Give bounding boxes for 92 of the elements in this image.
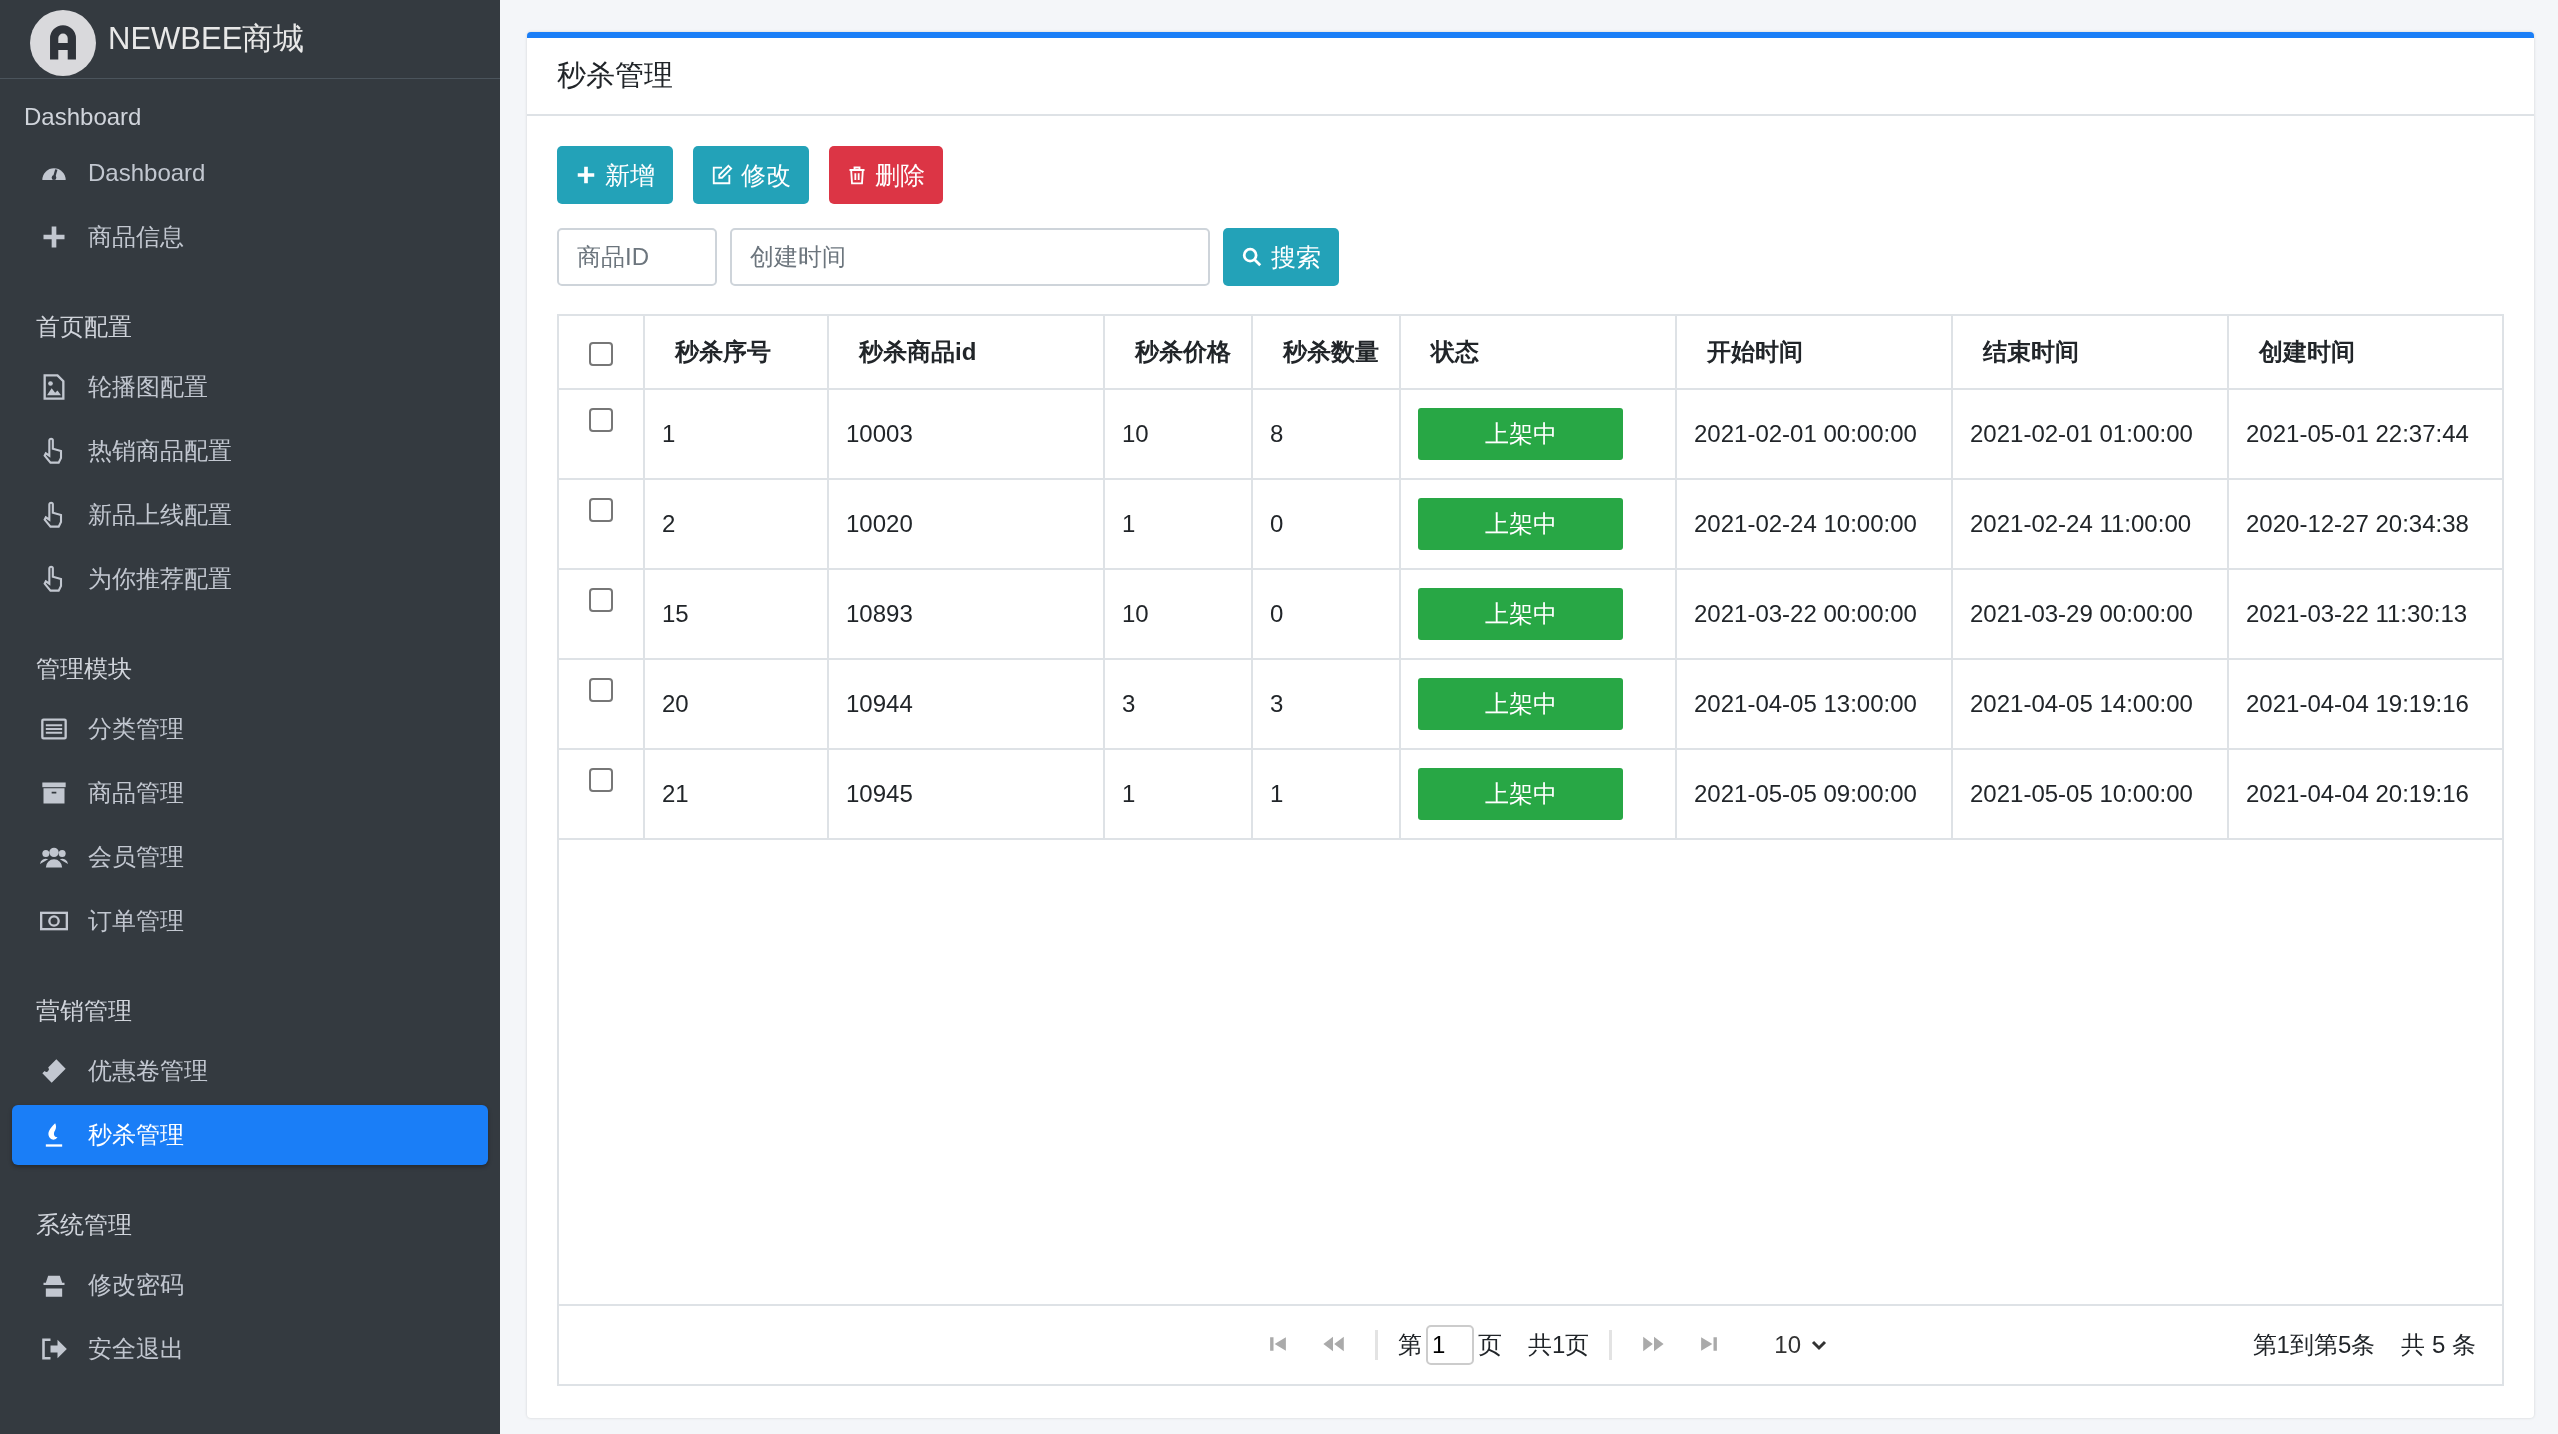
table-cell: 10893 <box>846 600 913 627</box>
trash-icon <box>847 165 867 185</box>
status-badge: 上架中 <box>1418 588 1623 640</box>
column-header: 结束时间 <box>1983 338 2079 365</box>
table-cell: 21 <box>662 780 689 807</box>
table-cell: 2021-04-04 20:19:16 <box>2246 780 2469 807</box>
table-cell: 3 <box>1270 690 1284 717</box>
nav-item[interactable]: 商品信息 <box>12 207 488 267</box>
nav-item[interactable]: 热销商品配置 <box>12 421 488 481</box>
table-cell: 2021-04-05 13:00:00 <box>1694 690 1917 717</box>
table-cell: 10 <box>1122 420 1149 447</box>
status-badge: 上架中 <box>1418 498 1623 550</box>
table-cell: 0 <box>1270 510 1284 537</box>
nav-item[interactable]: 商品管理 <box>12 763 488 823</box>
table-cell: 2 <box>662 510 676 537</box>
select-all-checkbox[interactable] <box>589 341 613 366</box>
status-badge: 上架中 <box>1418 768 1623 820</box>
table-cell: 20 <box>662 690 689 717</box>
delete-button[interactable]: 删除 <box>829 146 943 204</box>
brand-name: NEWBEE商城 <box>108 20 305 58</box>
section-heading: 系统管理 <box>35 1210 133 1240</box>
table-cell: 1 <box>1122 780 1136 807</box>
nav-item[interactable]: 会员管理 <box>12 827 488 887</box>
table-cell: 15 <box>662 600 689 627</box>
table-cell: 3 <box>1122 690 1136 717</box>
table-cell: 2021-02-01 01:00:00 <box>1970 420 2193 447</box>
nav-item[interactable]: 修改密码 <box>12 1255 488 1315</box>
total-pages: 共1页 <box>1528 1330 1590 1360</box>
table-cell: 2021-04-04 19:19:16 <box>2246 690 2469 717</box>
record-range: 第1到第5条 <box>2252 1330 2376 1360</box>
table-cell: 8 <box>1270 420 1284 447</box>
table-cell: 2021-03-22 00:00:00 <box>1694 600 1917 627</box>
column-header: 秒杀商品id <box>859 338 977 365</box>
page-number-field[interactable]: 1 <box>1426 1325 1474 1365</box>
nav-item[interactable]: 为你推荐配置 <box>12 549 488 609</box>
status-badge: 上架中 <box>1418 408 1623 460</box>
row-checkbox[interactable] <box>589 677 613 702</box>
section-heading: 管理模块 <box>35 654 133 684</box>
table-cell: 2021-02-24 11:00:00 <box>1970 510 2192 537</box>
table-cell: 2021-03-29 00:00:00 <box>1970 600 2193 627</box>
nav-item[interactable]: 新品上线配置 <box>12 485 488 545</box>
table-cell: 2021-05-01 22:37:44 <box>2246 420 2469 447</box>
table-cell: 1 <box>1270 780 1284 807</box>
table-cell: 2021-02-01 00:00:00 <box>1694 420 1917 447</box>
table-cell: 0 <box>1270 600 1284 627</box>
nav-item[interactable]: 分类管理 <box>12 699 488 759</box>
table-cell: 1 <box>1122 510 1136 537</box>
table-cell: 10003 <box>846 420 913 447</box>
page-size-select[interactable]: 10 <box>1768 1330 1834 1360</box>
table-cell: 2021-03-22 11:30:13 <box>2246 600 2468 627</box>
signout-icon <box>40 1335 68 1363</box>
nav-item[interactable]: Dashboard <box>12 143 488 203</box>
table-cell: 10020 <box>846 510 913 537</box>
table-cell: 2021-02-24 10:00:00 <box>1694 510 1917 537</box>
search-field[interactable]: 商品ID <box>557 228 717 286</box>
column-header: 状态 <box>1431 338 1479 365</box>
section-heading: Dashboard <box>23 102 143 132</box>
card-title: 秒杀管理 <box>557 58 674 93</box>
nav-item[interactable]: 订单管理 <box>12 891 488 951</box>
logo-icon <box>30 10 96 76</box>
table-cell: 1 <box>662 420 676 447</box>
search-field[interactable]: 创建时间 <box>730 228 1210 286</box>
nav-item[interactable]: 优惠卷管理 <box>12 1041 488 1101</box>
search-icon <box>1241 246 1263 268</box>
column-header: 秒杀序号 <box>675 338 771 365</box>
ticket-icon <box>40 1057 68 1085</box>
page-label: 第 <box>1398 1330 1422 1360</box>
section-heading: 首页配置 <box>35 312 133 342</box>
table-cell: 2020-12-27 20:34:38 <box>2246 510 2469 537</box>
edit-icon <box>711 164 733 186</box>
page-label: 页 <box>1478 1330 1502 1360</box>
table-cell: 10 <box>1122 600 1149 627</box>
column-header: 创建时间 <box>2259 338 2355 365</box>
table-cell: 10944 <box>846 690 913 717</box>
row-checkbox[interactable] <box>589 407 613 432</box>
plus-icon <box>575 164 597 186</box>
row-checkbox[interactable] <box>589 497 613 522</box>
record-total: 共 5 条 <box>2401 1330 2476 1360</box>
section-heading: 营销管理 <box>35 996 133 1026</box>
status-badge: 上架中 <box>1418 678 1623 730</box>
row-checkbox[interactable] <box>589 767 613 792</box>
row-checkbox[interactable] <box>589 587 613 612</box>
table-cell: 2021-05-05 09:00:00 <box>1694 780 1917 807</box>
column-header: 开始时间 <box>1707 338 1803 365</box>
table-cell: 2021-05-05 10:00:00 <box>1970 780 2193 807</box>
column-header: 秒杀价格 <box>1135 338 1231 365</box>
column-header: 秒杀数量 <box>1283 338 1379 365</box>
table-cell: 2021-04-05 14:00:00 <box>1970 690 2193 717</box>
nav-item[interactable]: 轮播图配置 <box>12 357 488 417</box>
table-cell: 10945 <box>846 780 913 807</box>
nav-item[interactable]: 安全退出 <box>12 1319 488 1379</box>
nav-item[interactable]: 秒杀管理 <box>12 1105 488 1165</box>
